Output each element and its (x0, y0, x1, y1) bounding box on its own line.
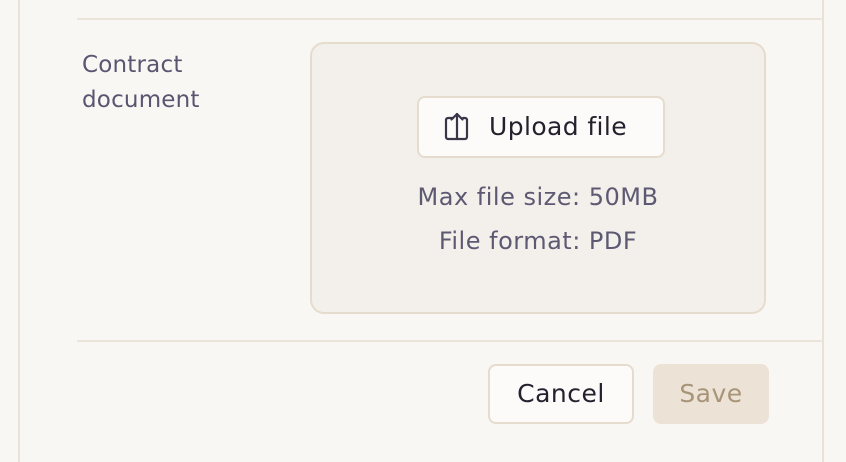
file-dropzone[interactable]: Upload file Max file size: 50MB File for… (310, 42, 766, 314)
save-button[interactable]: Save (653, 364, 769, 424)
cancel-button[interactable]: Cancel (488, 364, 634, 424)
panel-right-gutter (824, 0, 846, 462)
upload-file-label: Upload file (489, 112, 628, 141)
section-divider-top (77, 18, 822, 20)
contract-document-label: Contract document (82, 52, 200, 113)
upload-icon (444, 112, 469, 141)
upload-file-button[interactable]: Upload file (417, 96, 665, 158)
file-format-text: File format: PDF (438, 227, 638, 255)
panel-left-border (18, 0, 20, 462)
form-panel: Contract document Upload file Max file s… (0, 0, 846, 462)
max-file-size-text: Max file size: 50MB (417, 183, 659, 211)
section-divider-bottom (77, 340, 822, 342)
